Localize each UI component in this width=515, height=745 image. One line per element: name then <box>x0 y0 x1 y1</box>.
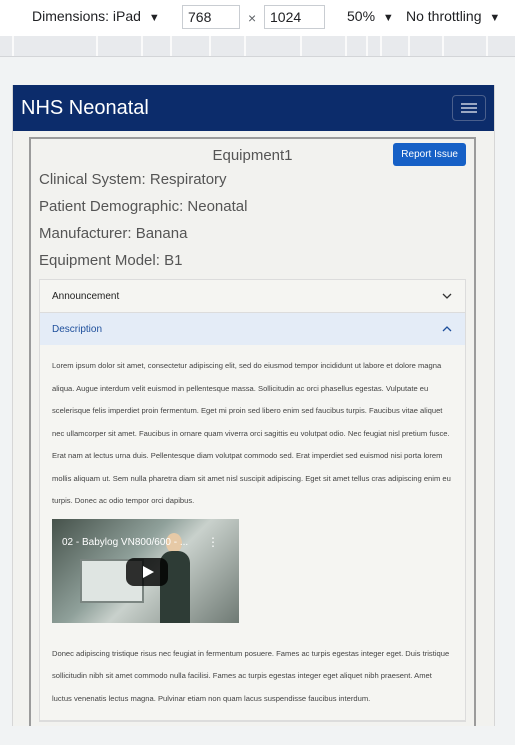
dimensions-dropdown[interactable]: Dimensions: iPad ▼ <box>32 8 160 24</box>
manufacturer: Manufacturer: Banana <box>39 225 188 242</box>
more-options-icon[interactable]: ⋮ <box>207 531 219 554</box>
description-body: Lorem ipsum dolor sit amet, consectetur … <box>40 345 465 720</box>
hamburger-icon <box>461 101 477 115</box>
navbar: NHS Neonatal <box>13 85 494 131</box>
height-input[interactable]: 1024 <box>264 5 325 29</box>
info-accordion: Announcement Description Lorem ipsum dol… <box>39 279 466 722</box>
video-title[interactable]: 02 - Babylog VN800/600 - ... <box>62 532 188 555</box>
accordion-item-description: Description Lorem ipsum dolor sit amet, … <box>40 313 465 721</box>
hamburger-menu-button[interactable] <box>452 95 486 121</box>
chevron-down-icon: ▼ <box>382 12 394 24</box>
chevron-down-icon: ▼ <box>148 12 160 24</box>
clinical-system: Clinical System: Respiratory <box>39 171 227 188</box>
report-issue-button[interactable]: Report Issue <box>393 143 466 166</box>
description-label: Description <box>52 323 103 335</box>
throttling-dropdown[interactable]: No throttling ▼ <box>406 8 500 24</box>
width-input[interactable]: 768 <box>182 5 240 29</box>
video-player[interactable]: 02 - Babylog VN800/600 - ... ⋮ <box>52 518 239 623</box>
chevron-up-icon <box>442 326 452 332</box>
zoom-label: 50% <box>347 8 376 24</box>
announcement-label: Announcement <box>52 290 120 302</box>
chevron-down-icon <box>442 293 452 299</box>
description-paragraph: Donec adipiscing tristique risus nec feu… <box>52 648 450 703</box>
accordion-item-announcement: Announcement <box>40 280 465 313</box>
devtools-device-toolbar: Dimensions: iPad ▼ 768 × 1024 50% ▼ No t… <box>0 0 515 36</box>
media-query-ruler[interactable] <box>0 36 515 57</box>
description-header[interactable]: Description <box>40 313 465 345</box>
patient-demographic: Patient Demographic: Neonatal <box>39 198 248 215</box>
brand-title[interactable]: NHS Neonatal <box>21 97 149 120</box>
equipment-card: Equipment1 Report Issue Clinical System:… <box>29 137 476 726</box>
zoom-dropdown[interactable]: 50% ▼ <box>347 8 394 24</box>
equipment-model: Equipment Model: B1 <box>39 252 183 269</box>
description-paragraph: Lorem ipsum dolor sit amet, consectetur … <box>52 361 451 505</box>
chevron-down-icon: ▼ <box>489 12 501 24</box>
throttling-label: No throttling <box>406 8 482 24</box>
dimensions-label: Dimensions: iPad <box>32 8 141 24</box>
device-viewport: NHS Neonatal Equipment1 Report Issue Cli… <box>12 85 495 726</box>
play-button-icon[interactable] <box>126 557 168 586</box>
announcement-header[interactable]: Announcement <box>40 280 465 312</box>
times-icon: × <box>248 10 257 26</box>
